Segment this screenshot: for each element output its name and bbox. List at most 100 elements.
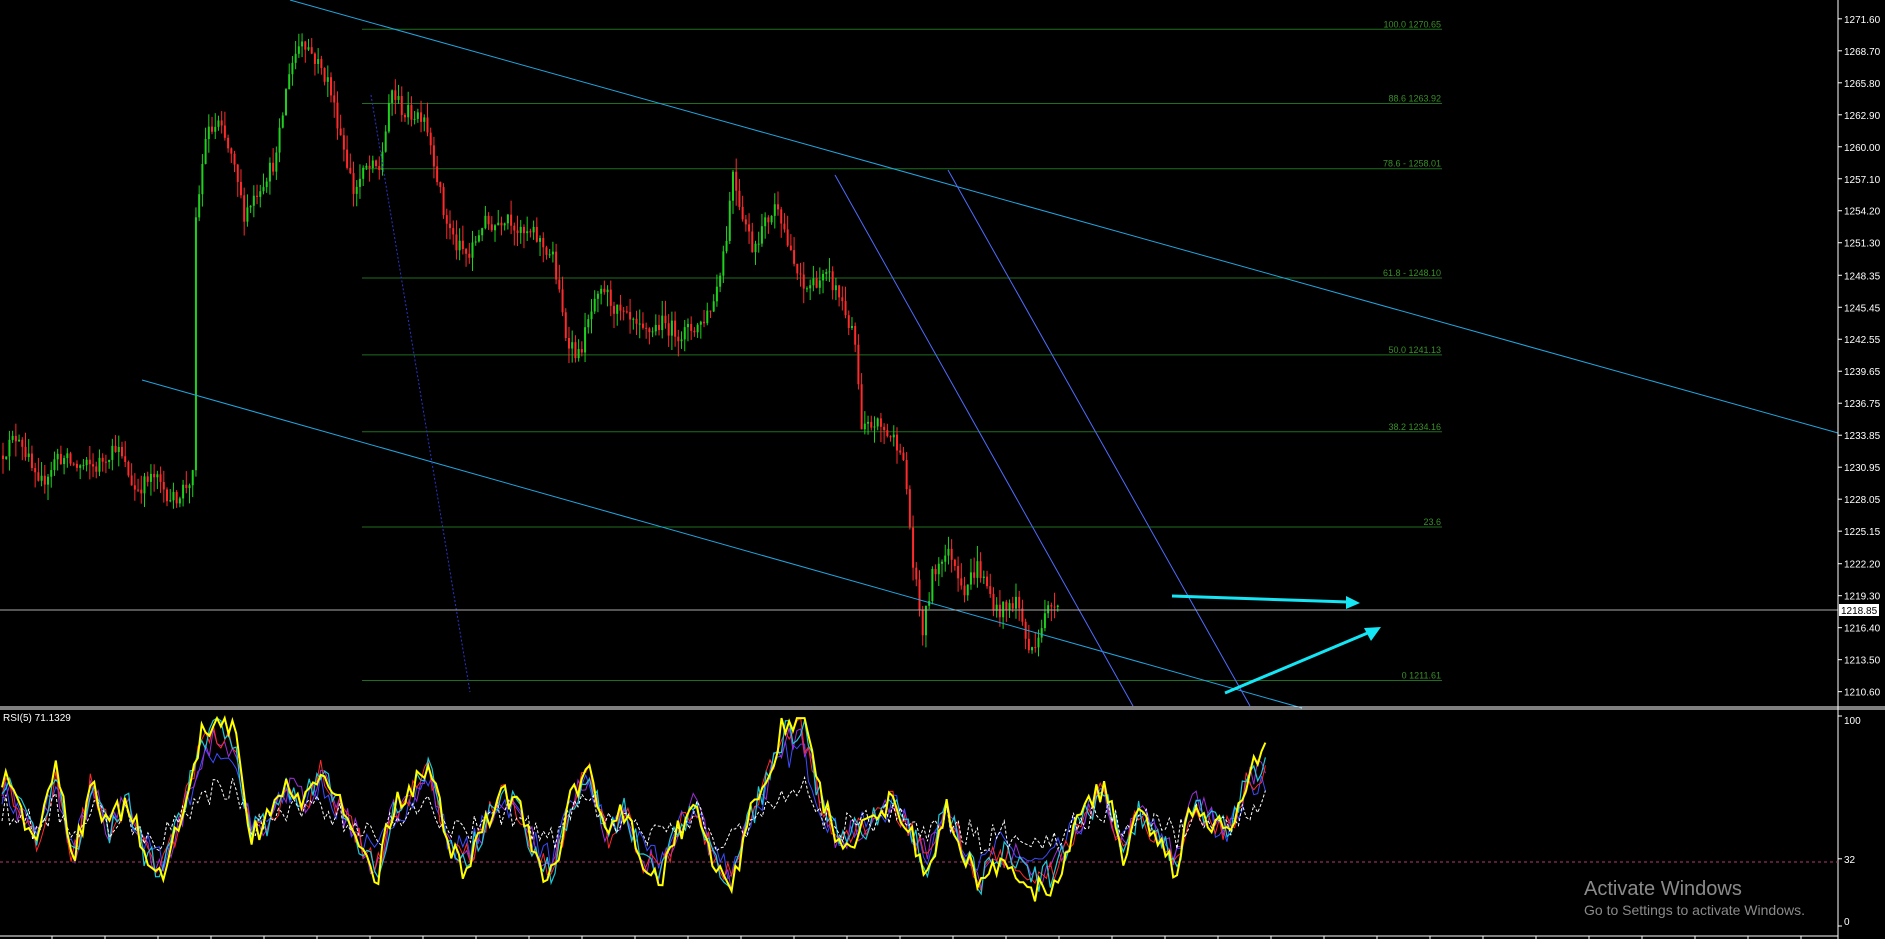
candle-body [690, 323, 693, 331]
candle-body [1011, 603, 1014, 609]
candle-body [1008, 603, 1011, 610]
candle-body [403, 114, 406, 118]
candle-body [272, 162, 275, 172]
candle-body [822, 273, 825, 281]
current-price-marker: 1218.85 [1839, 604, 1879, 617]
candle-body [339, 128, 342, 136]
candle-body [805, 288, 808, 290]
watermark-subtitle: Go to Settings to activate Windows. [1584, 902, 1805, 918]
candle-body [143, 476, 146, 494]
candle-body [326, 77, 329, 82]
candle-body [178, 498, 181, 504]
fib-level-label: 23.6 [1423, 517, 1441, 527]
rsi-tick-label: 32 [1844, 855, 1856, 866]
rsi-tick-label: 100 [1844, 716, 1861, 727]
candle-body [24, 446, 27, 458]
candle-body [310, 47, 313, 54]
candle-body [580, 349, 583, 353]
candle-body [166, 489, 169, 502]
candle-body [297, 46, 300, 54]
candle-body [387, 102, 390, 132]
candle-body [571, 342, 574, 349]
candle-body [490, 224, 493, 231]
candle-body [947, 548, 950, 556]
candle-body [436, 166, 439, 183]
candle-body [1043, 613, 1046, 629]
candle-body [844, 301, 847, 316]
candle-body [731, 171, 734, 201]
price-tick-label: 1254.20 [1844, 207, 1881, 218]
candle-body [494, 225, 497, 231]
candle-body [432, 145, 435, 167]
candle-body [304, 41, 307, 50]
candle-body [831, 271, 834, 291]
candle-body [207, 126, 210, 140]
candle-body [301, 41, 304, 47]
fib-level-label: 100.0 1270.65 [1383, 19, 1441, 29]
candle-body [262, 187, 265, 192]
candle-body [416, 112, 419, 119]
candle-body [120, 446, 123, 457]
candle-body [394, 90, 397, 100]
watermark-title: Activate Windows [1584, 878, 1742, 900]
candle-body [596, 293, 599, 299]
candle-body [558, 279, 561, 290]
candle-body [11, 435, 14, 440]
candle-body [362, 167, 365, 179]
candle-body [828, 271, 831, 273]
candle-body [857, 344, 860, 385]
candle-body [66, 453, 69, 459]
candle-body [777, 204, 780, 210]
candle-body [371, 160, 374, 169]
candle-body [137, 489, 140, 491]
candle-body [905, 460, 908, 490]
candle-body [532, 226, 535, 233]
candle-body [998, 604, 1001, 618]
candle-body [783, 223, 786, 230]
candle-body [629, 311, 632, 320]
candle-body [75, 463, 78, 468]
candle-body [104, 461, 107, 463]
candle-body [43, 475, 46, 485]
candle-body [429, 132, 432, 146]
candle-body [47, 476, 50, 485]
candle-body [108, 459, 111, 463]
candle-body [722, 251, 725, 276]
candle-body [658, 324, 661, 331]
price-tick-label: 1236.75 [1844, 399, 1881, 410]
candle-body [670, 320, 673, 336]
candle-body [895, 434, 898, 451]
candle-body [979, 561, 982, 578]
candle-body [577, 349, 580, 359]
candle-body [278, 127, 281, 153]
candle-body [1002, 601, 1005, 618]
candle-body [976, 561, 979, 578]
price-tick-label: 1230.95 [1844, 463, 1881, 474]
candle-body [934, 568, 937, 575]
candle-body [426, 117, 429, 133]
candle-body [1014, 596, 1017, 609]
candle-body [352, 173, 355, 194]
price-tick-label: 1262.90 [1844, 111, 1881, 122]
candle-body [85, 459, 88, 466]
candle-body [239, 181, 242, 196]
price-tick-label: 1233.85 [1844, 431, 1881, 442]
fib-level-label: 38.2 1234.16 [1388, 422, 1441, 432]
candle-body [539, 238, 542, 242]
candle-body [101, 457, 104, 462]
candle-body [584, 327, 587, 353]
fib-level-label: 50.0 1241.13 [1388, 345, 1441, 355]
candle-body [445, 215, 448, 224]
candle-body [754, 243, 757, 253]
candle-body [587, 319, 590, 328]
price-tick-label: 1225.15 [1844, 527, 1881, 538]
candle-body [233, 153, 236, 165]
candle-body [227, 137, 230, 149]
price-tick-label: 1242.55 [1844, 335, 1881, 346]
candle-body [465, 249, 468, 254]
candle-body [638, 323, 641, 325]
trading-chart[interactable]: 100.0 1270.65 88.6 1263.92 78.6 - 1258.01 6… [0, 0, 1885, 939]
candle-body [458, 240, 461, 251]
price-tick-label: 1239.65 [1844, 367, 1881, 378]
candle-body [397, 96, 400, 100]
